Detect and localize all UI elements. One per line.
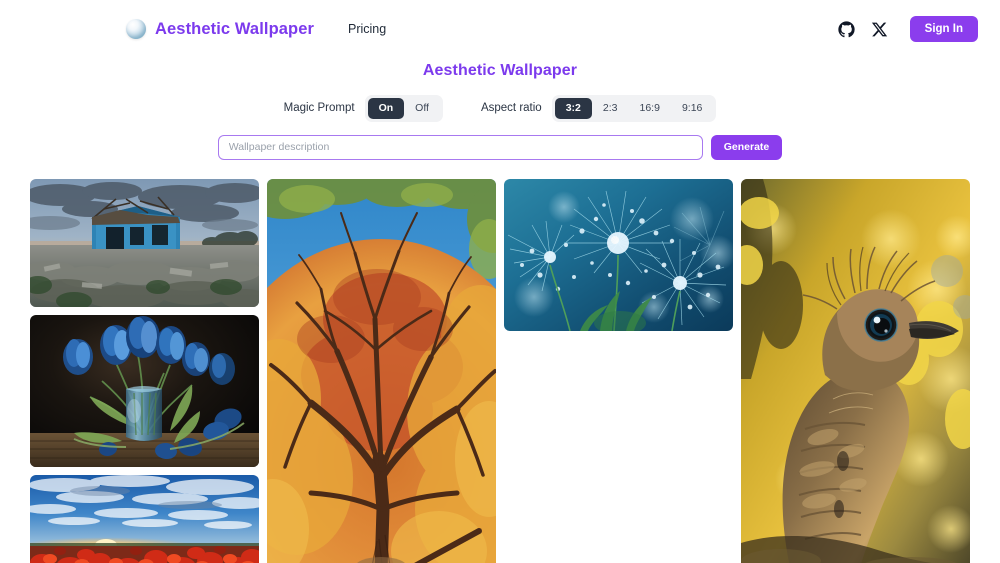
wallpaper-tile-blue-tulips-vase[interactable] [30, 314, 259, 467]
gallery-column [267, 178, 496, 563]
gallery-column [30, 178, 259, 563]
aspect-ratio-option-2-3[interactable]: 2:3 [592, 98, 629, 119]
nav-link-pricing[interactable]: Pricing [348, 22, 386, 36]
aspect-ratio-segmented: 3:2 2:3 16:9 9:16 [551, 95, 717, 122]
x-icon[interactable] [871, 21, 888, 38]
magic-prompt-option-off[interactable]: Off [404, 98, 440, 119]
aspect-ratio-label: Aspect ratio [480, 102, 542, 115]
magic-prompt-group: Magic Prompt On Off [284, 95, 443, 122]
magic-prompt-option-on[interactable]: On [367, 98, 405, 119]
aspect-ratio-option-9-16[interactable]: 9:16 [671, 98, 713, 119]
prompt-row: Generate [0, 134, 1000, 160]
wallpaper-tile-autumn-tree-canopy[interactable] [267, 178, 496, 563]
generate-button[interactable]: Generate [710, 134, 783, 160]
orb-icon [126, 19, 146, 39]
wallpaper-tile-brown-bird-golden-bokeh[interactable] [741, 178, 970, 563]
header-actions: Sign In [838, 16, 978, 42]
wallpaper-description-input[interactable] [217, 134, 703, 160]
site-header: Aesthetic Wallpaper Pricing Sign In [0, 0, 1000, 58]
aspect-ratio-option-3-2[interactable]: 3:2 [554, 98, 592, 119]
brand[interactable]: Aesthetic Wallpaper [126, 19, 314, 39]
gallery-column [741, 178, 970, 563]
wallpaper-tile-poppy-field-sunset[interactable] [30, 474, 259, 563]
wallpaper-tile-dandelion-dew-drops[interactable] [504, 178, 733, 331]
github-icon[interactable] [838, 20, 855, 38]
aspect-ratio-option-16-9[interactable]: 16:9 [629, 98, 671, 119]
brand-name: Aesthetic Wallpaper [155, 19, 314, 38]
controls-card: Magic Prompt On Off Aspect ratio 3:2 2:3… [283, 95, 717, 122]
page-title: Aesthetic Wallpaper [422, 62, 578, 79]
magic-prompt-label: Magic Prompt [283, 102, 355, 115]
controls-row: Magic Prompt On Off Aspect ratio 3:2 2:3… [0, 95, 1000, 122]
gallery-column [504, 178, 733, 331]
wallpaper-gallery [0, 178, 1000, 563]
magic-prompt-segmented: On Off [364, 95, 443, 122]
aspect-ratio-group: Aspect ratio 3:2 2:3 16:9 9:16 [480, 95, 717, 122]
signin-button[interactable]: Sign In [909, 16, 978, 42]
wallpaper-tile-abandoned-blue-house[interactable] [30, 178, 259, 307]
